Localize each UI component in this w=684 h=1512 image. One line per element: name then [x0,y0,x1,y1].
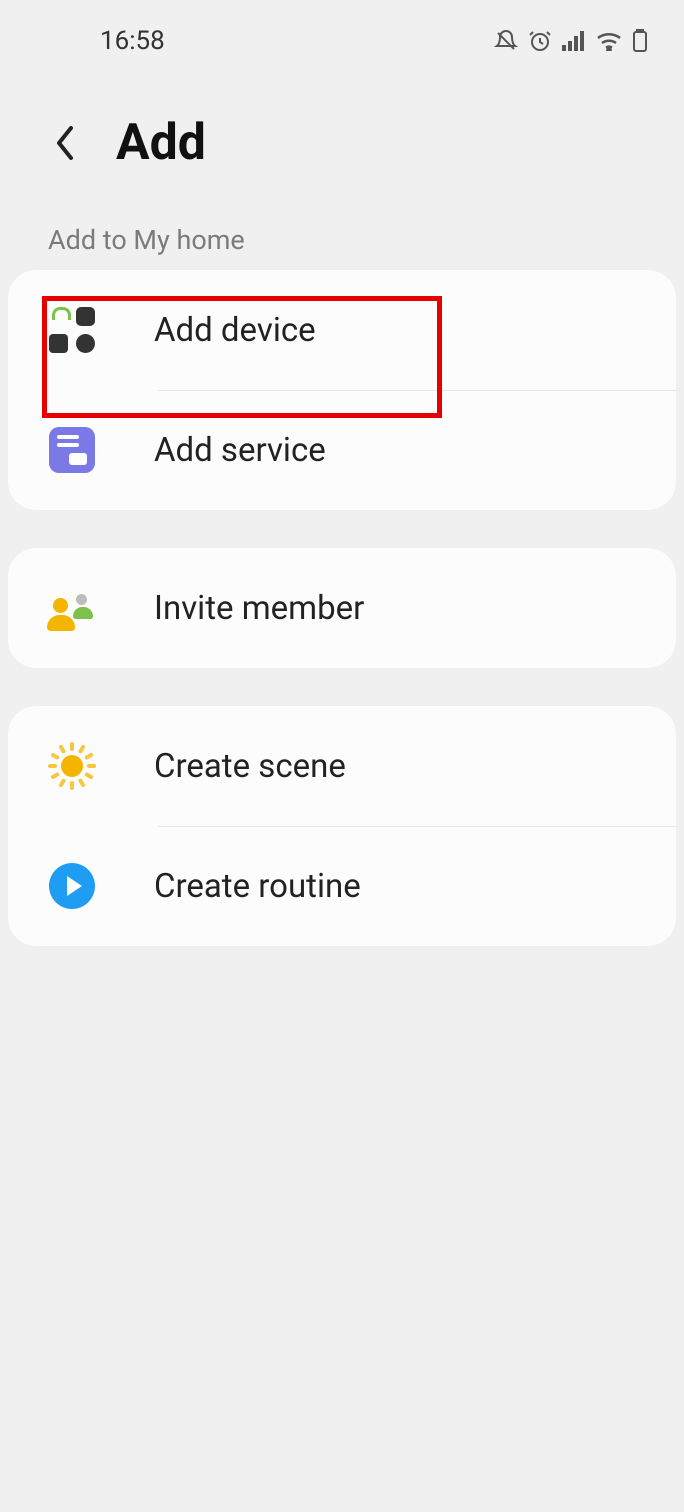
menu-item-create-scene[interactable]: Create scene [8,706,676,826]
status-icons [494,29,648,53]
add-device-icon [42,300,102,360]
add-service-icon [42,420,102,480]
page-title: Add [116,114,206,172]
status-bar: 16:58 [0,0,684,66]
chevron-left-icon [53,124,77,162]
menu-item-invite-member[interactable]: Invite member [8,548,676,668]
menu-item-add-service[interactable]: Add service [8,390,676,510]
menu-item-label: Create scene [154,747,346,786]
create-scene-icon [42,736,102,796]
menu-group-2: Invite member [8,548,676,668]
signal-icon [562,31,586,51]
wifi-icon [596,31,622,51]
bell-silent-icon [494,29,518,53]
menu-item-label: Add device [154,311,316,350]
alarm-icon [528,29,552,53]
menu-group-3: Create scene Create routine [8,706,676,946]
menu-item-label: Invite member [154,589,364,628]
page-header: Add [0,66,684,196]
battery-icon [632,29,648,53]
invite-member-icon [42,578,102,638]
menu-item-create-routine[interactable]: Create routine [8,826,676,946]
status-time: 16:58 [100,26,165,56]
menu-item-add-device[interactable]: Add device [8,270,676,390]
section-label: Add to My home [0,196,684,270]
menu-group-1: Add device Add service [8,270,676,510]
menu-item-label: Add service [154,431,326,470]
back-button[interactable] [42,120,88,166]
create-routine-icon [42,856,102,916]
menu-item-label: Create routine [154,867,361,906]
